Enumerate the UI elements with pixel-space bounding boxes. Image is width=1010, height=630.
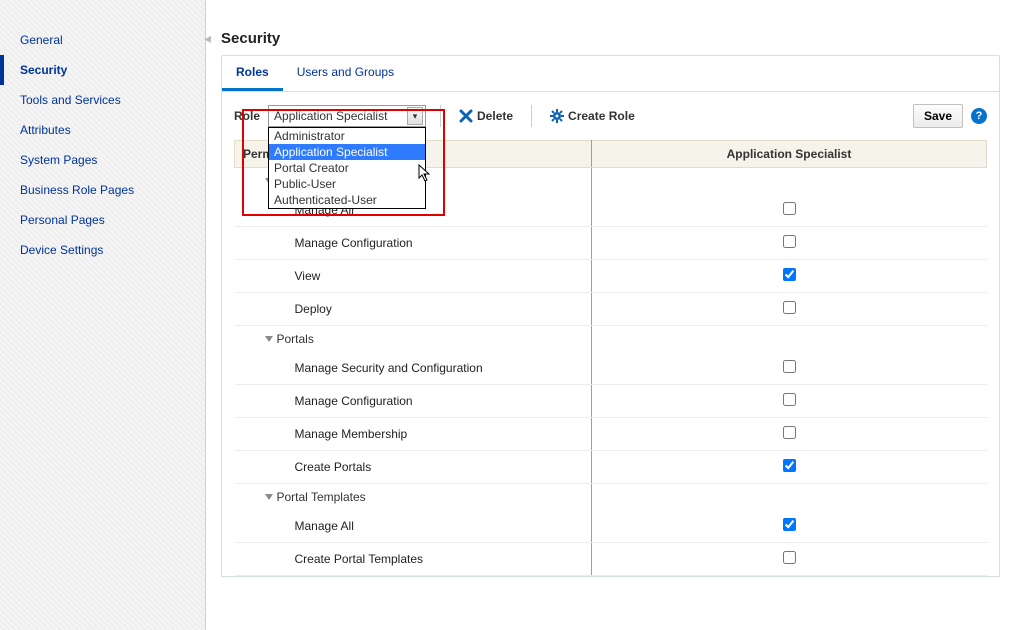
help-icon[interactable]: ? xyxy=(971,108,987,124)
permission-checkbox[interactable] xyxy=(783,202,796,215)
sidebar-item-security[interactable]: Security xyxy=(0,55,205,85)
sidebar-item-system-pages[interactable]: System Pages xyxy=(0,145,205,175)
permission-checkbox[interactable] xyxy=(783,551,796,564)
permission-checkbox-cell xyxy=(592,418,987,451)
permission-checkbox[interactable] xyxy=(783,235,796,248)
role-option-authenticated-user[interactable]: Authenticated-User xyxy=(269,192,425,208)
sidebar-item-personal-pages[interactable]: Personal Pages xyxy=(0,205,205,235)
sidebar-item-attributes[interactable]: Attributes xyxy=(0,115,205,145)
save-button[interactable]: Save xyxy=(913,104,963,128)
sidebar-item-business-role-pages[interactable]: Business Role Pages xyxy=(0,175,205,205)
permission-checkbox-cell xyxy=(592,194,987,227)
sidebar: General Security Tools and Services Attr… xyxy=(0,0,205,630)
expand-collapse-icon[interactable] xyxy=(265,336,273,342)
permission-checkbox[interactable] xyxy=(783,518,796,531)
chevron-down-icon: ▾ xyxy=(407,107,423,125)
permission-group-label[interactable]: Portals xyxy=(235,326,592,353)
sidebar-item-tools-and-services[interactable]: Tools and Services xyxy=(0,85,205,115)
permission-checkbox-cell xyxy=(592,293,987,326)
permission-name: View xyxy=(235,260,592,293)
permission-group-row: Portals xyxy=(235,326,987,353)
permission-checkbox-cell xyxy=(592,352,987,385)
permission-row: Create Portal Templates xyxy=(235,543,987,576)
permission-group-row: Portal Templates xyxy=(235,484,987,511)
role-select-wrap: Application Specialist ▾ Administrator A… xyxy=(268,105,426,127)
permission-group-label[interactable]: Portal Templates xyxy=(235,484,592,511)
permission-checkbox[interactable] xyxy=(783,268,796,281)
sidebar-item-device-settings[interactable]: Device Settings xyxy=(0,235,205,265)
delete-button[interactable]: Delete xyxy=(455,107,517,125)
permission-row: Create Portals xyxy=(235,451,987,484)
role-select-value: Application Specialist xyxy=(274,109,387,123)
role-option-public-user[interactable]: Public-User xyxy=(269,176,425,192)
permission-row: Manage Security and Configuration xyxy=(235,352,987,385)
delete-icon xyxy=(459,109,473,123)
permission-checkbox-cell xyxy=(592,543,987,576)
permission-checkbox-cell xyxy=(592,227,987,260)
role-option-application-specialist[interactable]: Application Specialist xyxy=(269,144,425,160)
content-panel: Role Application Specialist ▾ Administra… xyxy=(221,92,1000,577)
tab-roles[interactable]: Roles xyxy=(222,56,283,91)
permission-checkbox[interactable] xyxy=(783,459,796,472)
role-label: Role xyxy=(234,109,260,123)
role-option-administrator[interactable]: Administrator xyxy=(269,128,425,144)
divider xyxy=(531,105,532,127)
toolbar: Role Application Specialist ▾ Administra… xyxy=(234,104,987,140)
role-dropdown: Administrator Application Specialist Por… xyxy=(268,127,426,209)
permission-row: Manage All xyxy=(235,510,987,543)
permission-checkbox[interactable] xyxy=(783,301,796,314)
permission-row: Manage Configuration xyxy=(235,385,987,418)
permission-name: Create Portals xyxy=(235,451,592,484)
tab-users-and-groups[interactable]: Users and Groups xyxy=(283,56,408,91)
permission-checkbox-cell xyxy=(592,260,987,293)
permission-row: Deploy xyxy=(235,293,987,326)
permission-checkbox[interactable] xyxy=(783,393,796,406)
collapse-sidebar-icon[interactable]: ◂ xyxy=(204,30,211,47)
role-select[interactable]: Application Specialist ▾ xyxy=(268,105,426,127)
tab-bar: Roles Users and Groups xyxy=(221,55,1000,92)
role-option-portal-creator[interactable]: Portal Creator xyxy=(269,160,425,176)
permission-row: Manage Membership xyxy=(235,418,987,451)
main-panel: ◂ Security Roles Users and Groups Role A… xyxy=(205,0,1010,630)
permission-name: Deploy xyxy=(235,293,592,326)
delete-label: Delete xyxy=(477,109,513,123)
permission-name: Create Portal Templates xyxy=(235,543,592,576)
permission-name: Manage Configuration xyxy=(235,227,592,260)
permission-row: Manage Configuration xyxy=(235,227,987,260)
create-role-button[interactable]: Create Role xyxy=(546,107,639,125)
permission-name: Manage Security and Configuration xyxy=(235,352,592,385)
permission-checkbox[interactable] xyxy=(783,360,796,373)
divider xyxy=(440,105,441,127)
header-role-column: Application Specialist xyxy=(592,141,987,168)
permission-checkbox-cell xyxy=(592,385,987,418)
permission-checkbox-cell xyxy=(592,451,987,484)
permission-name: Manage Configuration xyxy=(235,385,592,418)
permission-name: Manage All xyxy=(235,510,592,543)
gear-plus-icon xyxy=(550,109,564,123)
create-role-label: Create Role xyxy=(568,109,635,123)
permission-row: View xyxy=(235,260,987,293)
page-title: Security xyxy=(221,0,1000,55)
sidebar-item-general[interactable]: General xyxy=(0,25,205,55)
permission-name: Manage Membership xyxy=(235,418,592,451)
permission-checkbox[interactable] xyxy=(783,426,796,439)
expand-collapse-icon[interactable] xyxy=(265,494,273,500)
permission-checkbox-cell xyxy=(592,510,987,543)
